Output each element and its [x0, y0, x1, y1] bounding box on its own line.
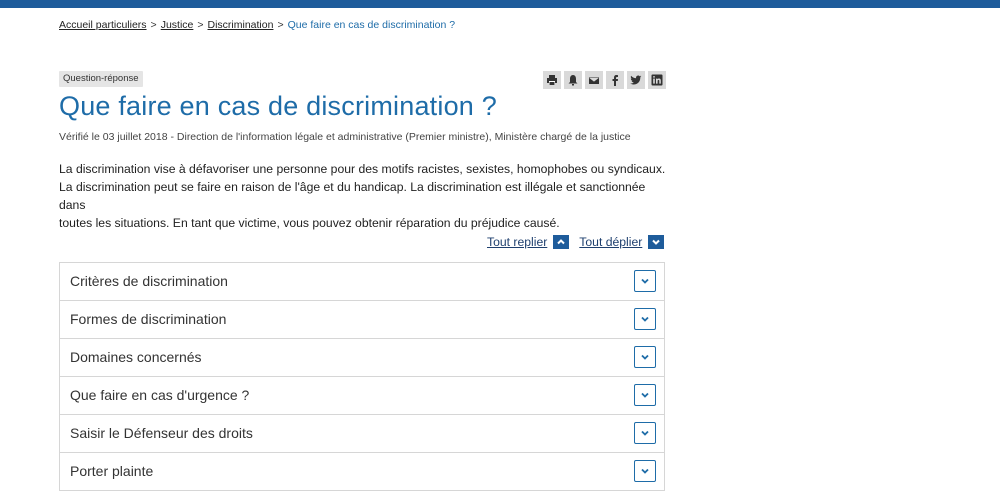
accordion-item-label: Formes de discrimination — [70, 311, 227, 327]
print-icon[interactable] — [543, 71, 561, 89]
content-type-badge: Question-réponse — [59, 71, 143, 87]
mail-icon[interactable] — [585, 71, 603, 89]
breadcrumb-separator: > — [197, 19, 204, 31]
collapse-all-link[interactable]: Tout replier — [487, 235, 547, 249]
facebook-icon[interactable] — [606, 71, 624, 89]
breadcrumb-separator: > — [150, 19, 157, 31]
accordion-item-urgence[interactable]: Que faire en cas d'urgence ? — [60, 377, 664, 415]
linkedin-icon[interactable] — [648, 71, 666, 89]
accordion-item-defenseur[interactable]: Saisir le Défenseur des droits — [60, 415, 664, 453]
breadcrumb-item-home[interactable]: Accueil particuliers — [59, 19, 147, 31]
chevron-down-icon[interactable] — [634, 308, 656, 330]
breadcrumb-current: Que faire en cas de discrimination ? — [287, 19, 456, 31]
accordion-item-label: Que faire en cas d'urgence ? — [70, 387, 250, 403]
chevron-up-icon[interactable] — [553, 235, 570, 249]
breadcrumb: Accueil particuliers > Justice > Discriminat… — [59, 19, 455, 31]
chevron-down-icon[interactable] — [634, 346, 656, 368]
breadcrumb-separator: > — [277, 19, 284, 31]
twitter-icon[interactable] — [627, 71, 645, 89]
accordion-item-plainte[interactable]: Porter plainte — [60, 453, 664, 491]
verification-info: Vérifié le 03 juillet 2018 - Direction d… — [59, 131, 631, 143]
accordion-toggles: Tout replier Tout déplier — [487, 235, 665, 249]
bell-icon[interactable] — [564, 71, 582, 89]
intro-line: La discrimination vise à défavoriser une… — [59, 162, 666, 176]
accordion-item-label: Domaines concernés — [70, 349, 202, 365]
chevron-down-icon[interactable] — [634, 384, 656, 406]
share-toolbar — [543, 71, 666, 89]
accordion-item-domaines[interactable]: Domaines concernés — [60, 339, 664, 377]
intro-paragraph: La discrimination vise à défavoriser une… — [59, 160, 674, 232]
accordion-item-label: Porter plainte — [70, 463, 154, 479]
accordion: Critères de discrimination Formes de dis… — [59, 262, 665, 491]
breadcrumb-item-discrimination[interactable]: Discrimination — [208, 19, 274, 31]
accordion-item-label: Saisir le Défenseur des droits — [70, 425, 253, 441]
chevron-down-icon[interactable] — [634, 422, 656, 444]
accordion-item-formes[interactable]: Formes de discrimination — [60, 301, 664, 339]
accordion-item-label: Critères de discrimination — [70, 273, 228, 289]
expand-all-link[interactable]: Tout déplier — [579, 235, 642, 249]
page-title: Que faire en cas de discrimination ? — [59, 91, 497, 121]
accordion-item-criteres[interactable]: Critères de discrimination — [60, 263, 664, 301]
intro-line: toutes les situations. En tant que victi… — [59, 216, 560, 230]
intro-line: La discrimination peut se faire en raiso… — [59, 180, 646, 212]
chevron-down-icon[interactable] — [634, 270, 656, 292]
breadcrumb-item-justice[interactable]: Justice — [161, 19, 194, 31]
chevron-down-icon[interactable] — [648, 235, 665, 249]
top-bar — [0, 0, 1000, 8]
